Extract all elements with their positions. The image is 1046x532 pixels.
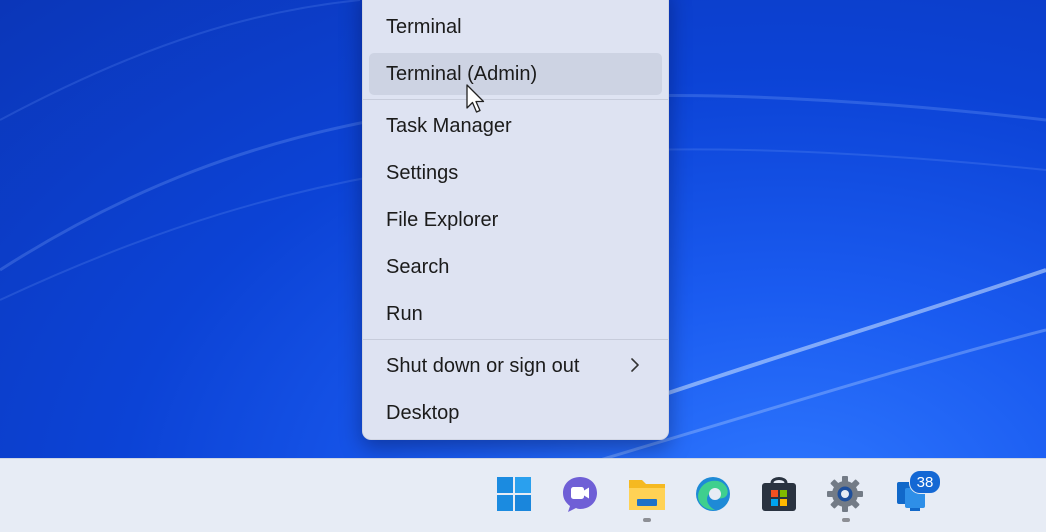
mouse-cursor-icon [466, 84, 485, 113]
running-indicator [643, 518, 651, 522]
microsoft-store-icon [762, 477, 796, 511]
file-explorer-button[interactable] [625, 472, 669, 516]
menu-item-terminal-admin[interactable]: Terminal (Admin) [369, 53, 662, 95]
menu-item-shut-down[interactable]: Shut down or sign out [369, 345, 662, 387]
microsoft-store-button[interactable] [757, 472, 801, 516]
menu-item-label: Terminal [386, 15, 462, 38]
menu-item-label: Shut down or sign out [386, 354, 580, 377]
menu-item-settings[interactable]: Settings [369, 152, 662, 194]
settings-button[interactable] [823, 472, 867, 516]
menu-separator [363, 99, 668, 100]
teams-chat-icon [563, 477, 597, 512]
menu-item-terminal[interactable]: Terminal [369, 6, 662, 48]
menu-item-file-explorer[interactable]: File Explorer [369, 199, 662, 241]
running-indicator [842, 518, 850, 522]
menu-item-label: Desktop [386, 401, 460, 424]
notification-badge: 38 [909, 470, 941, 494]
edge-button[interactable] [691, 472, 735, 516]
quick-link-context-menu: Terminal Terminal (Admin) Task Manager S… [362, 0, 669, 440]
settings-icon [827, 476, 863, 512]
start-button[interactable] [492, 472, 536, 516]
teams-chat-button[interactable] [558, 472, 602, 516]
menu-item-search[interactable]: Search [369, 246, 662, 288]
file-explorer-icon [629, 480, 665, 510]
menu-item-label: File Explorer [386, 208, 499, 231]
menu-separator [363, 339, 668, 340]
menu-item-label: Settings [386, 161, 459, 184]
edge-icon [696, 477, 730, 511]
menu-item-label: Task Manager [386, 114, 512, 137]
menu-item-label: Run [386, 302, 423, 325]
chevron-right-icon [631, 358, 639, 372]
start-icon [497, 477, 531, 511]
menu-item-run[interactable]: Run [369, 293, 662, 335]
menu-item-label: Search [386, 255, 450, 278]
menu-item-desktop[interactable]: Desktop [369, 392, 662, 434]
menu-item-task-manager[interactable]: Task Manager [369, 105, 662, 147]
menu-item-label: Terminal (Admin) [386, 62, 538, 85]
